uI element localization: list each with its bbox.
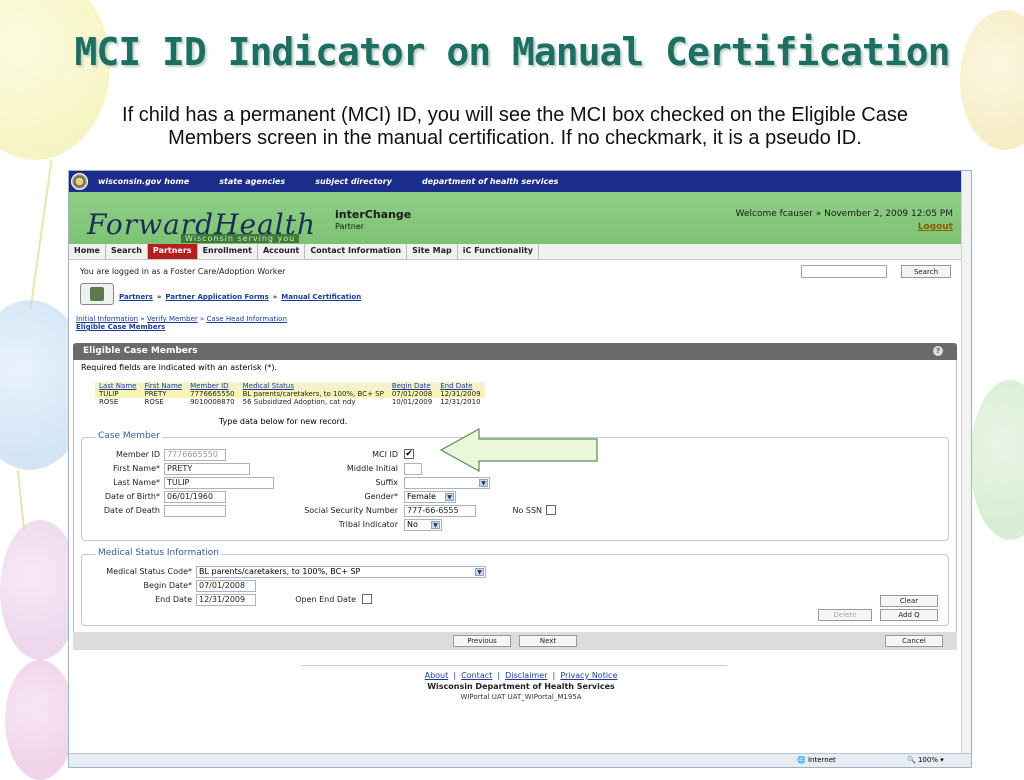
col-header[interactable]: Medical Status [238, 382, 388, 390]
table-cell: 12/31/2010 [440, 398, 481, 406]
chevron-down-icon: ▼ [431, 521, 440, 529]
col-header[interactable]: Begin Date [387, 382, 437, 390]
dob-label: Date of Birth* [104, 492, 160, 501]
gender-value: Female [407, 492, 436, 501]
callout-arrow-icon [439, 427, 598, 473]
dod-field[interactable] [164, 505, 226, 517]
status-bar: 🌐 Internet 🔍 100% ▾ [69, 753, 971, 767]
zoom-value: 100% [917, 756, 938, 764]
next-button[interactable]: Next [519, 635, 577, 647]
member-id-field[interactable]: 7776665550 [164, 449, 226, 461]
decor-balloon [5, 660, 75, 780]
first-name-label: First Name* [113, 464, 160, 473]
help-icon[interactable]: ? [933, 346, 943, 356]
case-members-table: Last Name First Name Member ID Medical S… [95, 382, 485, 406]
first-name-field[interactable]: PRETY [164, 463, 250, 475]
dod-label: Date of Death [103, 506, 160, 515]
case-member-legend: Case Member [96, 431, 162, 441]
middle-initial-field[interactable] [404, 463, 422, 475]
end-date-label: End Date [155, 595, 192, 604]
table-cell: PRETY [140, 390, 187, 398]
mci-id-label: MCI ID [372, 450, 398, 459]
clear-button[interactable]: Clear [880, 595, 938, 607]
end-date-field[interactable]: 12/31/2009 [196, 594, 256, 606]
slide-subtitle: If child has a permanent (MCI) ID, you w… [122, 104, 908, 149]
slide-title: MCI ID Indicator on Manual Certification [74, 30, 950, 74]
no-ssn-label: No SSN [512, 506, 542, 515]
mci-id-checkbox[interactable]: ✔ [404, 449, 414, 459]
footer-env: WIPortal UAT UAT_WIPortal_M195A [460, 693, 582, 701]
add-button[interactable]: Add Q [880, 609, 938, 621]
table-cell: 7776665550 [186, 390, 239, 398]
decor-string [29, 160, 53, 310]
suffix-select[interactable]: ▼ [404, 477, 490, 489]
panel-header: Eligible Case Members ? [73, 343, 957, 360]
gender-label: Gender* [364, 492, 398, 501]
medical-status-fieldset: Medical Status Information Medical Statu… [81, 548, 949, 626]
table-cell: 10/01/2009 [391, 398, 433, 406]
footer-divider [301, 665, 727, 666]
required-note: Required fields are indicated with an as… [81, 363, 277, 372]
last-name-field[interactable]: TULIP [164, 477, 274, 489]
footer-contact[interactable]: Contact [461, 671, 492, 680]
col-header[interactable]: Last Name [95, 382, 141, 390]
vertical-scrollbar[interactable] [961, 171, 971, 755]
footer-links: About | Contact | Disclaimer | Privacy N… [424, 671, 618, 680]
ssn-label: Social Security Number [304, 506, 398, 515]
ssn-field[interactable]: 777-66-6555 [404, 505, 476, 517]
table-row[interactable]: TULIP PRETY 7776665550 BL parents/careta… [95, 390, 485, 398]
footer-about[interactable]: About [425, 671, 449, 680]
zoom-level[interactable]: 🔍 100% ▾ [907, 756, 944, 764]
table-cell: BL parents/caretakers, to 100%, BC+ SP [238, 390, 388, 398]
medical-code-label: Medical Status Code* [106, 567, 192, 576]
table-cell: 12/31/2009 [436, 390, 485, 398]
col-header[interactable]: Member ID [186, 382, 239, 390]
dob-field[interactable]: 06/01/1960 [164, 491, 226, 503]
open-end-checkbox[interactable] [362, 594, 372, 604]
table-cell: TULIP [95, 390, 141, 398]
chevron-down-icon: ▼ [475, 568, 484, 576]
col-header[interactable]: End Date [436, 382, 485, 390]
previous-button[interactable]: Previous [453, 635, 511, 647]
gender-select[interactable]: Female ▼ [404, 491, 456, 503]
table-cell: 07/01/2008 [387, 390, 437, 398]
tribal-label: Tribal Indicator [338, 520, 398, 529]
col-header[interactable]: First Name [140, 382, 187, 390]
chevron-down-icon: ▼ [445, 493, 454, 501]
browser-window: wisconsin.gov home state agencies subjec… [68, 170, 972, 768]
panel-title: Eligible Case Members [83, 346, 198, 356]
chevron-down-icon: ▼ [479, 479, 488, 487]
open-end-label: Open End Date [295, 595, 356, 604]
action-bar: Previous Next Cancel [73, 632, 957, 650]
begin-date-field[interactable]: 07/01/2008 [196, 580, 256, 592]
medical-status-legend: Medical Status Information [96, 548, 221, 558]
table-cell: ROSE [99, 398, 119, 406]
type-hint: Type data below for new record. [219, 417, 348, 426]
medical-code-select[interactable]: BL parents/caretakers, to 100%, BC+ SP ▼ [196, 566, 486, 578]
middle-initial-label: Middle Initial [346, 464, 398, 473]
table-cell: 9010008870 [190, 398, 235, 406]
no-ssn-checkbox[interactable] [546, 505, 556, 515]
decor-balloon [970, 380, 1024, 540]
last-name-label: Last Name* [113, 478, 160, 487]
table-cell: ROSE [144, 398, 164, 406]
zone-label: Internet [807, 756, 836, 764]
member-id-label: Member ID [116, 450, 160, 459]
footer-disclaimer[interactable]: Disclaimer [505, 671, 547, 680]
table-cell: 56 Subsidized Adoption, cat ndy [242, 398, 356, 406]
decor-string [16, 470, 26, 530]
medical-code-value: BL parents/caretakers, to 100%, BC+ SP [199, 567, 361, 576]
footer-org: Wisconsin Department of Health Services [427, 682, 615, 691]
internet-zone: 🌐 Internet [797, 756, 836, 764]
begin-date-label: Begin Date* [143, 581, 192, 590]
suffix-label: Suffix [375, 478, 398, 487]
cancel-button[interactable]: Cancel [885, 635, 943, 647]
footer-privacy[interactable]: Privacy Notice [560, 671, 617, 680]
delete-button[interactable]: Delete [818, 609, 872, 621]
table-row[interactable]: ROSE ROSE 9010008870 56 Subsidized Adopt… [95, 398, 485, 406]
tribal-select[interactable]: No ▼ [404, 519, 442, 531]
tribal-value: No [407, 520, 418, 529]
